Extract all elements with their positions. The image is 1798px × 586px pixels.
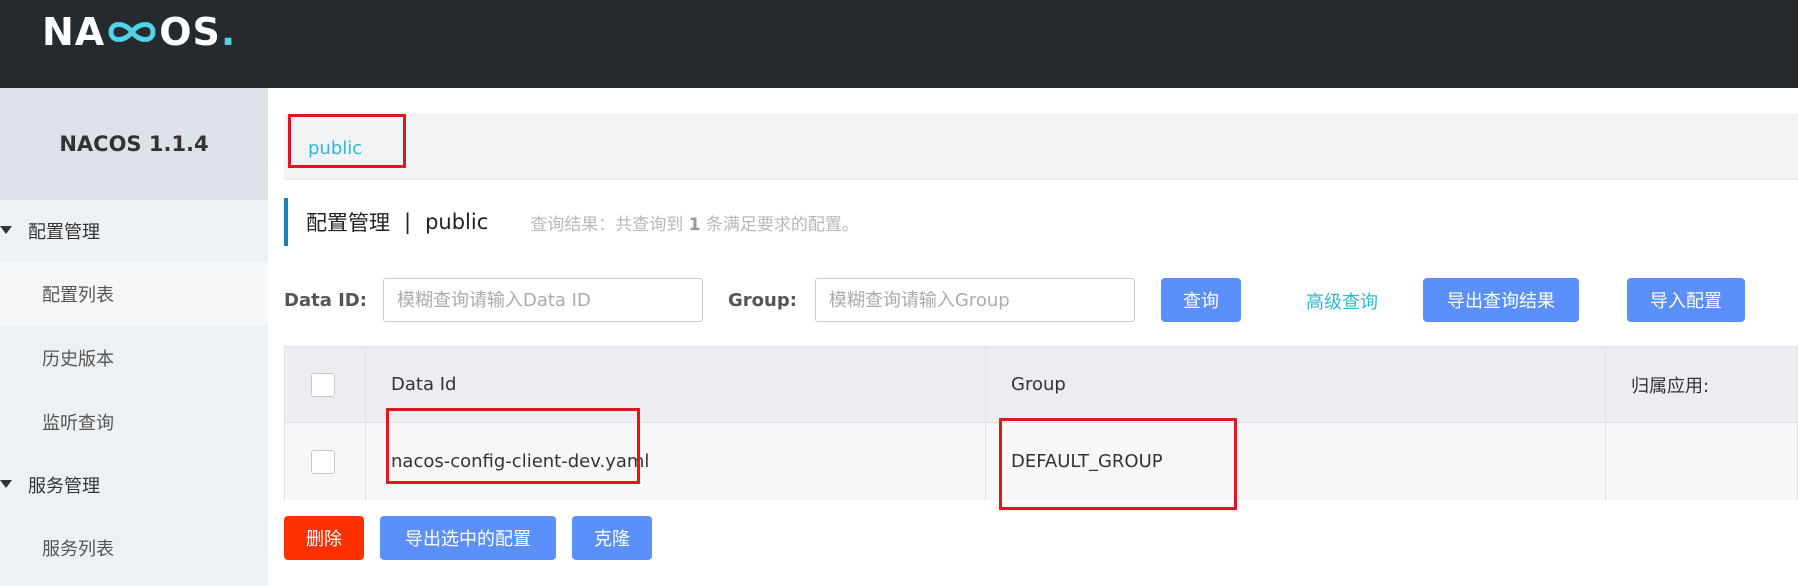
sidebar-item-service-list[interactable]: 服务列表 [0, 516, 268, 580]
version-title: NACOS 1.1.4 [0, 88, 268, 200]
logo-dot: . [220, 10, 237, 54]
infinity-icon [108, 22, 156, 42]
data-id-filter: Data ID: [284, 278, 703, 322]
sidebar-group-config-management[interactable]: 配置管理 [0, 200, 268, 262]
namespace-bar: public [284, 114, 1798, 180]
result-suffix: 条满足要求的配置。 [705, 214, 859, 235]
row-checkbox[interactable] [311, 449, 335, 474]
query-button[interactable]: 查询 [1161, 278, 1241, 322]
sidebar-item-label: 监听查询 [42, 413, 114, 434]
sidebar-item-history[interactable]: 历史版本 [0, 326, 268, 390]
sidebar-group-label: 配置管理 [28, 222, 100, 243]
group-input[interactable] [814, 278, 1135, 322]
column-header-app[interactable]: 归属应用: [1631, 347, 1709, 422]
sidebar-item-label: 服务列表 [42, 539, 114, 560]
sidebar-item-listener-query[interactable]: 监听查询 [0, 390, 268, 454]
export-results-button[interactable]: 导出查询结果 [1423, 278, 1579, 322]
export-selected-button[interactable]: 导出选中的配置 [380, 516, 556, 560]
config-table: Data Id Group 归属应用: nacos-config-client-… [284, 346, 1798, 500]
group-filter: Group: [728, 278, 1135, 322]
namespace-tab-public[interactable]: public [308, 138, 362, 159]
main-content: public 配置管理 | public 查询结果：共查询到 1 条满足要求的配… [268, 88, 1798, 586]
top-navbar: NA OS . [0, 0, 1798, 88]
result-prefix: 查询结果：共查询到 [530, 214, 684, 235]
sidebar-group-label: 服务管理 [28, 476, 100, 497]
data-id-label: Data ID: [284, 289, 367, 311]
sidebar-item-label: 历史版本 [42, 349, 114, 370]
group-label: Group: [728, 289, 797, 311]
page-namespace: public [425, 210, 489, 234]
advanced-query-link[interactable]: 高级查询 [1306, 288, 1378, 314]
title-separator: | [404, 210, 412, 234]
row-select-cell [311, 423, 335, 500]
sidebar-group-service-management[interactable]: 服务管理 [0, 454, 268, 516]
logo-text-right: OS [159, 10, 221, 54]
page-header: 配置管理 | public 查询结果：共查询到 1 条满足要求的配置。 [284, 198, 859, 246]
select-all-cell [311, 347, 335, 422]
select-all-checkbox[interactable] [311, 372, 335, 397]
sidebar: NACOS 1.1.4 配置管理 配置列表 历史版本 监听查询 服务管理 服务列… [0, 88, 268, 586]
page-title: 配置管理 [306, 211, 390, 235]
column-header-data-id[interactable]: Data Id [391, 347, 456, 422]
sidebar-item-config-list[interactable]: 配置列表 [0, 262, 268, 326]
caret-down-icon [0, 480, 12, 488]
logo-text-left: NA [42, 10, 106, 54]
nacos-logo[interactable]: NA OS . [42, 10, 237, 54]
table-header: Data Id Group 归属应用: [285, 347, 1797, 423]
row-data-id[interactable]: nacos-config-client-dev.yaml [391, 423, 649, 500]
column-header-group[interactable]: Group [1011, 347, 1066, 422]
row-group: DEFAULT_GROUP [1011, 451, 1163, 472]
delete-button[interactable]: 删除 [284, 516, 364, 560]
caret-down-icon [0, 226, 12, 234]
data-id-input[interactable] [382, 278, 703, 322]
sidebar-item-label: 配置列表 [42, 285, 114, 306]
import-config-button[interactable]: 导入配置 [1627, 278, 1745, 322]
clone-button[interactable]: 克隆 [572, 516, 652, 560]
query-result-summary: 查询结果：共查询到 1 条满足要求的配置。 [530, 210, 859, 235]
result-count: 1 [688, 214, 701, 235]
table-row: nacos-config-client-dev.yaml DEFAULT_GRO… [285, 423, 1797, 500]
